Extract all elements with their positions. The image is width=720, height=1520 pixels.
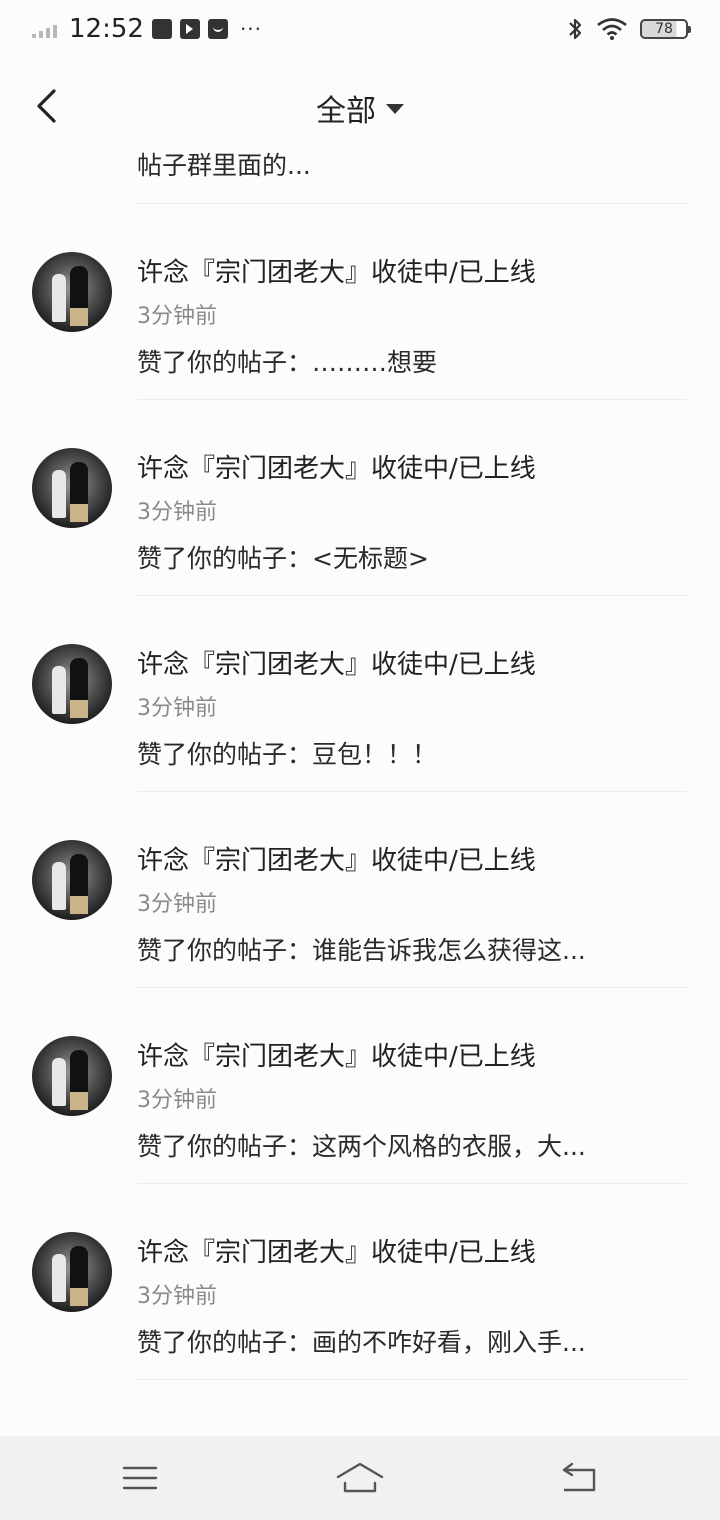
notification-list: 帖子群里面的... 许念『宗门团老大』收徒中/已上线 3分钟前 赞了你的帖子：…… [0,128,720,1380]
home-button[interactable] [334,1458,386,1498]
user-name[interactable]: 许念『宗门团老大』收徒中/已上线 [137,1036,536,1073]
list-item[interactable]: 许念『宗门团老大』收徒中/已上线 3分钟前 赞了你的帖子：这两个风格的衣服，大.… [0,988,720,1184]
avatar[interactable] [32,1036,112,1116]
system-nav-bar [0,1436,720,1520]
user-name[interactable]: 许念『宗门团老大』收徒中/已上线 [137,1232,536,1269]
signal-icon [32,20,57,38]
notification-time: 3分钟前 [137,1284,217,1309]
list-item[interactable]: 许念『宗门团老大』收徒中/已上线 3分钟前 赞了你的帖子：………想要 [0,204,720,400]
list-item[interactable]: 许念『宗门团老大』收徒中/已上线 3分钟前 赞了你的帖子：画的不咋好看，刚入手.… [0,1184,720,1380]
system-back-button[interactable] [556,1458,600,1498]
notification-content: 帖子群里面的... [137,151,311,180]
notification-time: 3分钟前 [137,696,217,721]
list-item[interactable]: 许念『宗门团老大』收徒中/已上线 3分钟前 赞了你的帖子：豆包！！！ [0,596,720,792]
list-item[interactable]: 许念『宗门团老大』收徒中/已上线 3分钟前 赞了你的帖子：谁能告诉我怎么获得这.… [0,792,720,988]
battery-icon: 78 [640,19,691,39]
notification-time: 3分钟前 [137,892,217,917]
play-app-icon [179,19,200,39]
notification-content[interactable]: 赞了你的帖子：这两个风格的衣服，大... [137,1127,586,1163]
cat-app-icon [207,19,228,39]
avatar[interactable] [32,252,112,332]
notification-time: 3分钟前 [137,1088,217,1113]
user-name[interactable]: 许念『宗门团老大』收徒中/已上线 [137,448,536,485]
menu-icon [122,1466,158,1490]
notification-content[interactable]: 赞了你的帖子：画的不咋好看，刚入手... [137,1323,586,1359]
user-name[interactable]: 许念『宗门团老大』收徒中/已上线 [137,840,536,877]
divider [137,1379,687,1380]
notification-content[interactable]: 赞了你的帖子：………想要 [137,343,437,379]
back-icon [562,1462,596,1492]
user-name[interactable]: 许念『宗门团老大』收徒中/已上线 [137,644,536,681]
bluetooth-icon [569,18,582,40]
more-notifications-icon: ··· [239,17,263,41]
page-title: 全部 [316,94,376,129]
app-square-icon [151,19,172,39]
menu-button[interactable] [118,1458,162,1498]
status-bar: 12:52 ··· 78 [0,0,720,58]
avatar[interactable] [32,840,112,920]
avatar[interactable] [32,1232,112,1312]
notification-time: 3分钟前 [137,500,217,525]
notification-content[interactable]: 赞了你的帖子：豆包！！！ [137,735,437,771]
user-name[interactable]: 许念『宗门团老大』收徒中/已上线 [137,252,536,289]
notification-content[interactable]: 赞了你的帖子：<无标题> [137,539,429,575]
list-item[interactable]: 帖子群里面的... [0,128,720,204]
status-left: 12:52 ··· [32,14,262,44]
wifi-icon [597,18,627,40]
list-item[interactable]: 许念『宗门团老大』收徒中/已上线 3分钟前 赞了你的帖子：<无标题> [0,400,720,596]
filter-dropdown[interactable]: 全部 [0,86,720,130]
battery-level: 78 [655,21,673,37]
caret-down-icon [386,104,404,114]
status-time: 12:52 [69,14,144,44]
home-icon [336,1462,384,1493]
notification-content[interactable]: 赞了你的帖子：谁能告诉我怎么获得这... [137,931,586,967]
avatar[interactable] [32,448,112,528]
notification-time: 3分钟前 [137,304,217,329]
avatar[interactable] [32,644,112,724]
status-right: 78 [566,16,691,42]
